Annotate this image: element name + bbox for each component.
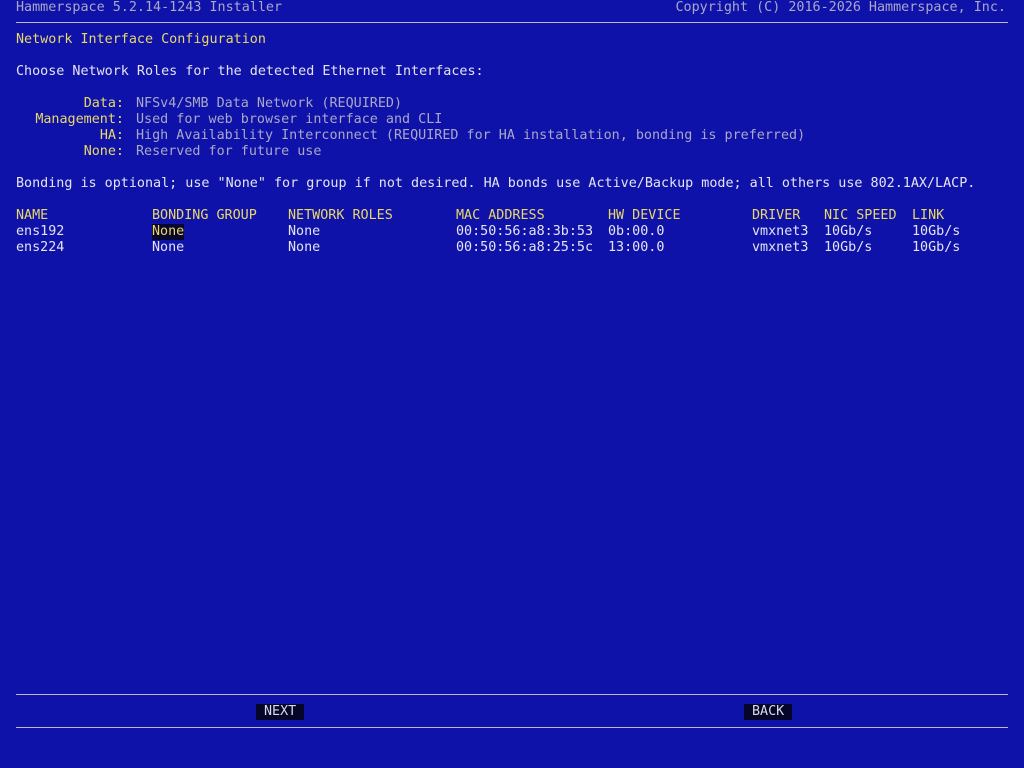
- cell-link: 10Gb/s: [912, 240, 961, 255]
- role-label-data: Data:: [83, 96, 124, 111]
- back-button[interactable]: BACK: [744, 704, 793, 720]
- footer-divider-top: [16, 694, 1008, 695]
- copyright-text: Copyright (C) 2016-2026 Hammerspace, Inc…: [675, 0, 1006, 15]
- col-header-mac-address: MAC ADDRESS: [456, 208, 545, 223]
- cell-name: ens224: [16, 240, 65, 255]
- col-header-link: LINK: [912, 208, 945, 223]
- col-header-nic-speed: NIC SPEED: [824, 208, 897, 223]
- role-desc-management: Used for web browser interface and CLI: [136, 112, 443, 127]
- col-header-name: NAME: [16, 208, 49, 223]
- cell-mac-address: 00:50:56:a8:25:5c: [456, 240, 594, 255]
- cell-network-roles-selector[interactable]: None: [288, 224, 320, 240]
- page-title: Network Interface Configuration: [16, 32, 266, 47]
- col-header-driver: DRIVER: [752, 208, 801, 223]
- role-desc-data: NFSv4/SMB Data Network (REQUIRED): [136, 96, 403, 111]
- cell-driver: vmxnet3: [752, 224, 809, 239]
- col-header-bonding-group: BONDING GROUP: [152, 208, 257, 223]
- intro-text: Choose Network Roles for the detected Et…: [16, 64, 484, 79]
- next-button[interactable]: NEXT: [256, 704, 305, 720]
- cell-nic-speed: 10Gb/s: [824, 224, 873, 239]
- role-label-management: Management:: [35, 112, 124, 127]
- role-desc-ha: High Availability Interconnect (REQUIRED…: [136, 128, 806, 143]
- cell-bonding-group-selector[interactable]: None: [152, 224, 185, 240]
- cell-hw-device: 13:00.0: [608, 240, 665, 255]
- role-label-none: None:: [83, 144, 124, 159]
- role-desc-none: Reserved for future use: [136, 144, 322, 159]
- cell-bonding-group-selector[interactable]: None: [152, 240, 184, 256]
- role-label-ha: HA:: [99, 128, 124, 143]
- footer-divider-bottom: [16, 727, 1008, 728]
- header-divider: [16, 22, 1008, 23]
- bonding-note: Bonding is optional; use "None" for grou…: [16, 176, 976, 191]
- cell-network-roles-selector[interactable]: None: [288, 240, 320, 256]
- installer-title: Hammerspace 5.2.14-1243 Installer: [16, 0, 283, 15]
- col-header-hw-device: HW DEVICE: [608, 208, 681, 223]
- cell-link: 10Gb/s: [912, 224, 961, 239]
- cell-mac-address: 00:50:56:a8:3b:53: [456, 224, 594, 239]
- cell-driver: vmxnet3: [752, 240, 809, 255]
- col-header-network-roles: NETWORK ROLES: [288, 208, 393, 223]
- cell-name: ens192: [16, 224, 65, 239]
- cell-nic-speed: 10Gb/s: [824, 240, 873, 255]
- cell-hw-device: 0b:00.0: [608, 224, 665, 239]
